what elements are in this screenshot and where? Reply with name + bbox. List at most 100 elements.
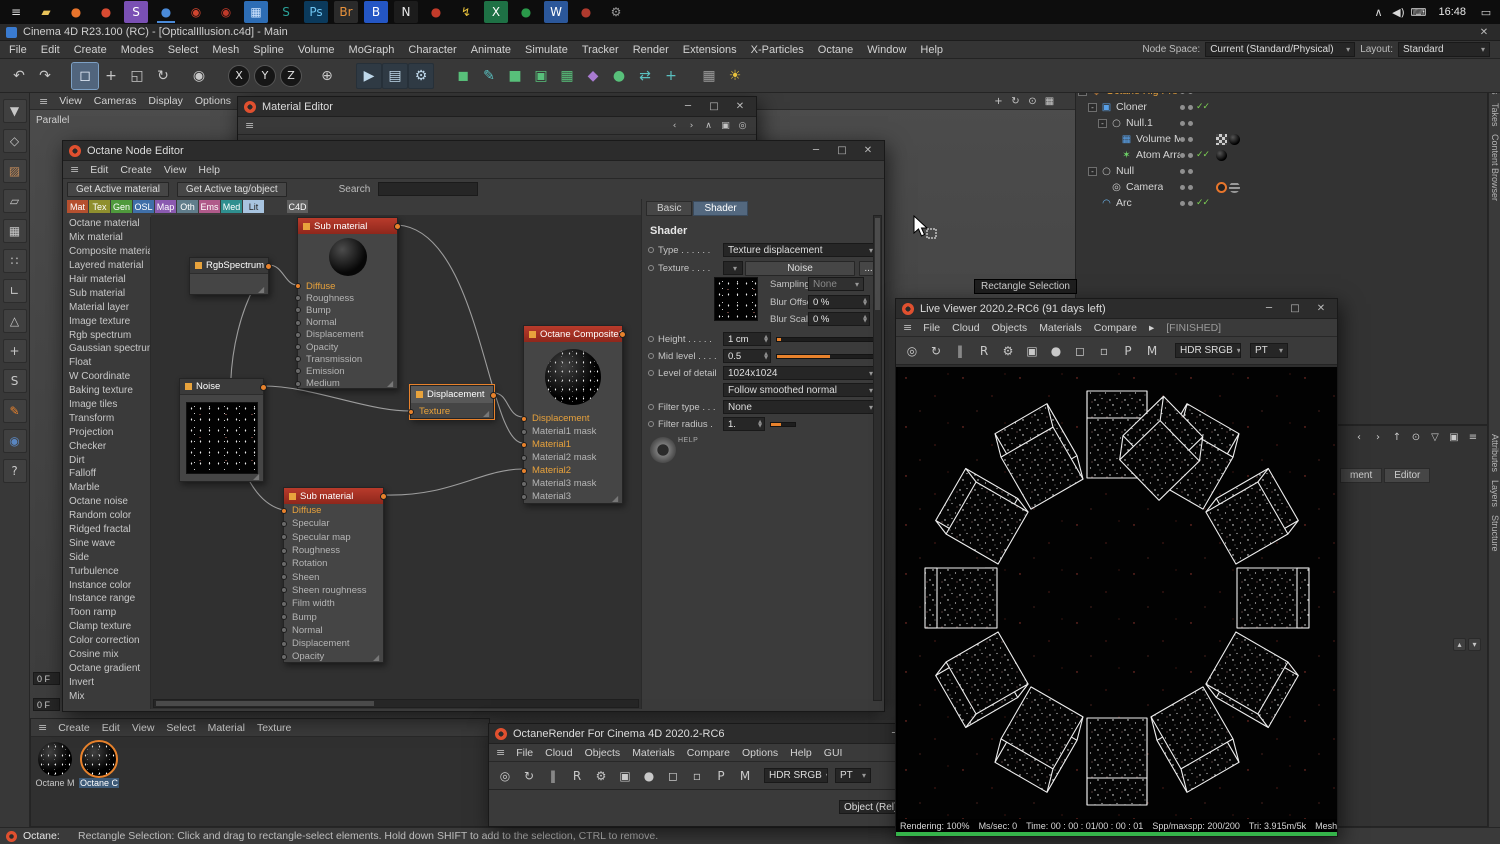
collapse-icon[interactable]: ▴	[1453, 638, 1466, 651]
app-green-icon[interactable]: ●	[514, 1, 538, 23]
node-editor-menu-item[interactable]: View	[158, 163, 193, 177]
menu-item[interactable]: Simulate	[518, 43, 575, 57]
menu-item[interactable]: Volume	[291, 43, 342, 57]
node-sub-material-1[interactable]: Sub material Diffuse Roughness Bump Norm…	[295, 217, 401, 389]
octane-help-icon[interactable]	[650, 437, 676, 463]
viewport-menu-item[interactable]: Cameras	[88, 94, 143, 108]
node-type-item[interactable]: Rgb spectrum	[65, 328, 150, 342]
visibility-dots[interactable]	[1180, 152, 1196, 158]
modeling-settings-icon[interactable]: ?	[2, 459, 27, 483]
material-menu-item[interactable]: Edit	[96, 721, 126, 735]
word-icon[interactable]: W	[544, 1, 568, 23]
octane-render-menu-item[interactable]: Options	[736, 746, 784, 760]
app-red-icon[interactable]: ●	[424, 1, 448, 23]
height-input[interactable]: 1 cm ▲ ▼	[723, 332, 771, 346]
menu-item[interactable]: Octane	[811, 43, 860, 57]
output-port[interactable]	[394, 223, 401, 230]
node-type-item[interactable]: Turbulence	[65, 564, 150, 578]
viewport-menu-item[interactable]: View	[53, 94, 88, 108]
region-render-icon[interactable]: R	[972, 340, 996, 362]
category-tab[interactable]: Ems	[199, 200, 220, 213]
mid-level-slider[interactable]	[776, 354, 878, 359]
node-editor-menu-item[interactable]: Help	[192, 163, 226, 177]
anim-dot[interactable]	[648, 370, 654, 376]
frame-field[interactable]: 0 F	[33, 672, 60, 685]
input-port-dot[interactable]	[281, 507, 287, 514]
octane-render-menu-item[interactable]: Help	[784, 746, 818, 760]
node-port[interactable]: Specular map	[281, 531, 383, 544]
input-port-dot[interactable]	[281, 640, 287, 647]
side-tab[interactable]: Attributes	[1489, 430, 1500, 476]
toggle-views-icon[interactable]: ▦	[1042, 94, 1057, 109]
subdivision-surface-icon[interactable]: ◼	[450, 63, 476, 89]
material-menu-item[interactable]: Material	[202, 721, 251, 735]
expand-icon[interactable]: ▾	[1468, 638, 1481, 651]
node-type-item[interactable]: Transform	[65, 411, 150, 425]
render-canvas[interactable]	[896, 367, 1337, 821]
zoom-view-icon[interactable]: ⊙	[1025, 94, 1040, 109]
photoshop-icon[interactable]: Ps	[304, 1, 328, 23]
octane-menu-icon[interactable]: ◎	[900, 340, 924, 362]
node-type-item[interactable]: Dirt	[65, 453, 150, 467]
maximize-icon[interactable]: □	[832, 145, 852, 156]
mograph-icon[interactable]: ▦	[554, 63, 580, 89]
y-axis-lock[interactable]: Y	[254, 64, 276, 87]
menu-item[interactable]: Render	[626, 43, 676, 57]
clock[interactable]: 16:48	[1432, 6, 1472, 18]
node-type-item[interactable]: Marble	[65, 481, 150, 495]
node-type-item[interactable]: Mix	[65, 689, 150, 703]
scale-tool[interactable]: ◱	[124, 63, 150, 89]
kernel-select[interactable]: PT ▾	[835, 768, 871, 783]
menu-item[interactable]: Tracker	[575, 43, 626, 57]
side-tab[interactable]: Content Browser	[1489, 130, 1500, 205]
node-header[interactable]: Sub material	[284, 488, 387, 504]
lod-select[interactable]: 1024x1024 ▾	[723, 366, 878, 380]
node-header[interactable]: Sub material	[298, 218, 401, 234]
enable-state-icon[interactable]	[1196, 198, 1214, 208]
workplane-mode-icon[interactable]: ▱	[2, 189, 27, 213]
cinema4d-taskbar-icon[interactable]: ●	[154, 1, 178, 23]
node-port[interactable]: Sheen roughness	[281, 584, 383, 597]
object-row[interactable]: - Null	[1076, 163, 1487, 179]
material-menu-item[interactable]: Create	[52, 721, 96, 735]
pan-view-icon[interactable]: +	[991, 94, 1006, 109]
render-picture-viewer-button[interactable]: ▤	[382, 62, 408, 89]
node-type-item[interactable]: Toon ramp	[65, 606, 150, 620]
z-axis-lock[interactable]: Z	[280, 64, 302, 87]
material-editor-menu-icon[interactable]: ≡	[240, 119, 259, 132]
blur-scale-input[interactable]: 0 % ▲ ▼	[808, 312, 870, 326]
node-port[interactable]: Diffuse	[281, 504, 383, 517]
input-port-dot[interactable]	[295, 319, 301, 326]
up-icon[interactable]: ∧	[701, 118, 716, 133]
node-editor-menu-icon[interactable]: ≡	[65, 163, 84, 176]
anim-dot[interactable]	[648, 353, 654, 359]
parent-up-icon[interactable]: ↑	[1389, 429, 1405, 445]
anim-dot[interactable]	[648, 265, 654, 271]
node-port[interactable]: Normal	[281, 624, 383, 637]
output-port[interactable]	[619, 331, 626, 338]
input-port-dot[interactable]	[295, 380, 301, 387]
node-type-item[interactable]: Sub material	[65, 286, 150, 300]
file-explorer-icon[interactable]: ▰	[34, 1, 58, 23]
snap-icon[interactable]: ▦	[696, 63, 722, 89]
output-port[interactable]	[490, 392, 497, 399]
app-blue-icon[interactable]: ▦	[244, 1, 268, 23]
material-picker-icon[interactable]: ●	[637, 765, 661, 787]
node-port[interactable]: Emission	[295, 365, 397, 377]
menu-arrow-icon[interactable]: ▸	[1143, 321, 1160, 335]
node-type-item[interactable]: Composite material	[65, 245, 150, 259]
category-tab[interactable]: Gen	[111, 200, 132, 213]
output-port[interactable]	[260, 384, 267, 391]
generator-icon[interactable]: ▣	[528, 63, 554, 89]
input-port-dot[interactable]	[295, 331, 301, 338]
node-port[interactable]: Specular	[281, 517, 383, 530]
output-port[interactable]	[380, 493, 387, 500]
panel-scrollbar[interactable]	[873, 215, 882, 701]
side-tab[interactable]: Takes	[1489, 99, 1500, 131]
live-viewer-menu-item[interactable]: Compare	[1088, 321, 1143, 335]
node-port[interactable]: Rotation	[281, 557, 383, 570]
input-port-dot[interactable]	[281, 574, 287, 581]
object-row[interactable]: Volume Mesher	[1076, 131, 1487, 147]
object-axis-icon[interactable]: +	[2, 339, 27, 363]
node-displacement[interactable]: Displacement Texture	[408, 384, 497, 420]
